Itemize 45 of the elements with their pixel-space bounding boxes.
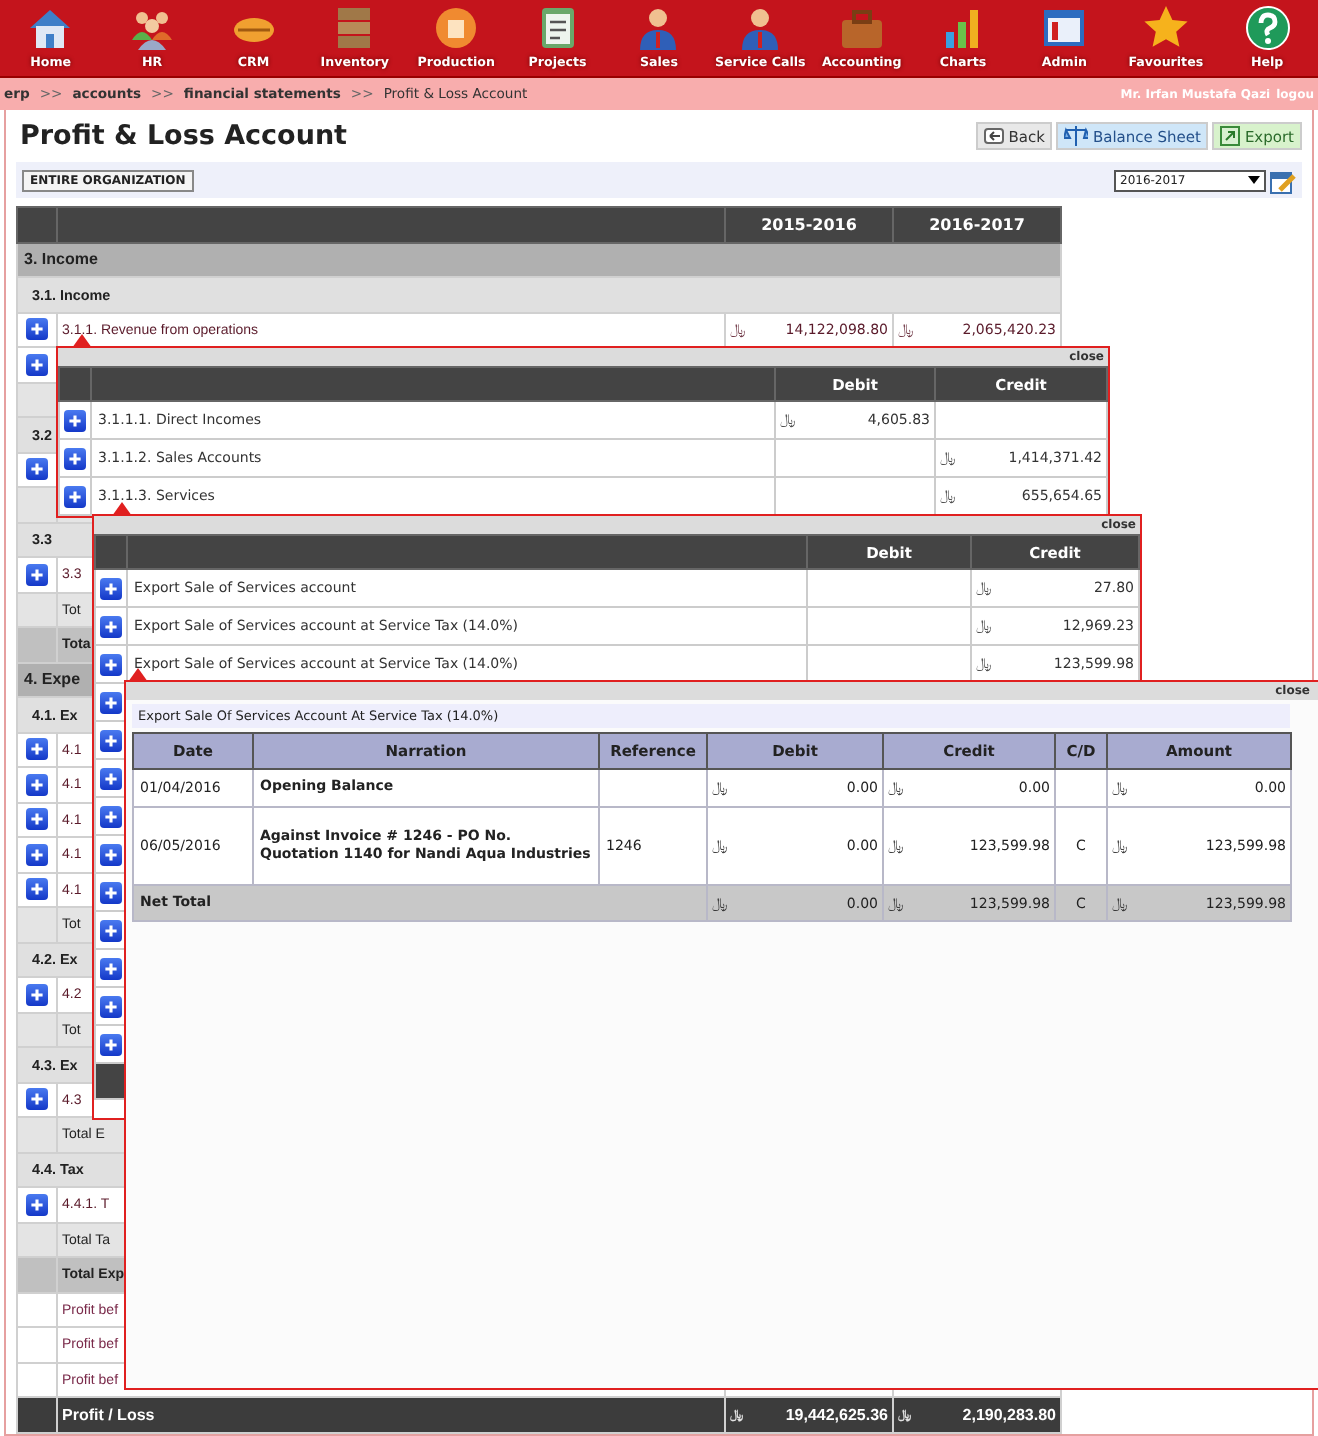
expand-button[interactable]: [26, 318, 48, 341]
expand-button[interactable]: [64, 447, 86, 469]
section-heading: 4. Expe: [24, 670, 81, 689]
expand-button[interactable]: [100, 653, 122, 675]
expand-button[interactable]: [100, 729, 122, 751]
column-header: 2015-2016: [759, 215, 859, 234]
page-title: Profit & Loss Account: [18, 120, 348, 152]
expand-button[interactable]: [100, 919, 122, 941]
expand-button[interactable]: [26, 353, 48, 376]
calendar-edit-icon[interactable]: [1270, 167, 1296, 193]
amount: 19,442,625.36: [785, 1405, 888, 1424]
help-icon: [1243, 4, 1292, 52]
expand-button[interactable]: [26, 563, 48, 586]
expand-button[interactable]: [100, 767, 122, 789]
expand-button[interactable]: [26, 983, 48, 1006]
expand-button[interactable]: [26, 1193, 48, 1216]
expand-button[interactable]: [100, 1033, 122, 1055]
expand-button[interactable]: [26, 458, 48, 481]
expand-button[interactable]: [100, 615, 122, 637]
amount: 2,190,283.80: [962, 1405, 1056, 1424]
expand-button[interactable]: [100, 881, 122, 903]
expand-button[interactable]: [100, 577, 122, 599]
profit-loss-label: Profit / Loss: [62, 1405, 155, 1424]
scale-icon: [1064, 126, 1089, 146]
expand-button[interactable]: [64, 409, 86, 431]
expand-button[interactable]: [26, 773, 48, 796]
expand-button[interactable]: [26, 1088, 48, 1111]
expand-button[interactable]: [100, 995, 122, 1017]
section-heading: 3. Income: [24, 250, 98, 269]
expand-button[interactable]: [26, 738, 48, 761]
export-icon: [1220, 126, 1241, 146]
expand-button[interactable]: [100, 957, 122, 979]
expand-button[interactable]: [64, 485, 86, 507]
back-arrow-icon: [984, 126, 1005, 146]
column-header: 2016-2017: [927, 215, 1027, 234]
home-icon: [26, 4, 75, 52]
dropdown-arrow-icon: [1248, 176, 1260, 184]
expand-button[interactable]: [26, 878, 48, 901]
briefcase-icon: [837, 4, 886, 52]
expand-button[interactable]: [100, 691, 122, 713]
star-icon: [1141, 4, 1190, 52]
expand-button[interactable]: [26, 843, 48, 866]
expand-button[interactable]: [100, 805, 122, 827]
expand-button[interactable]: [100, 843, 122, 865]
expand-button[interactable]: [26, 808, 48, 831]
